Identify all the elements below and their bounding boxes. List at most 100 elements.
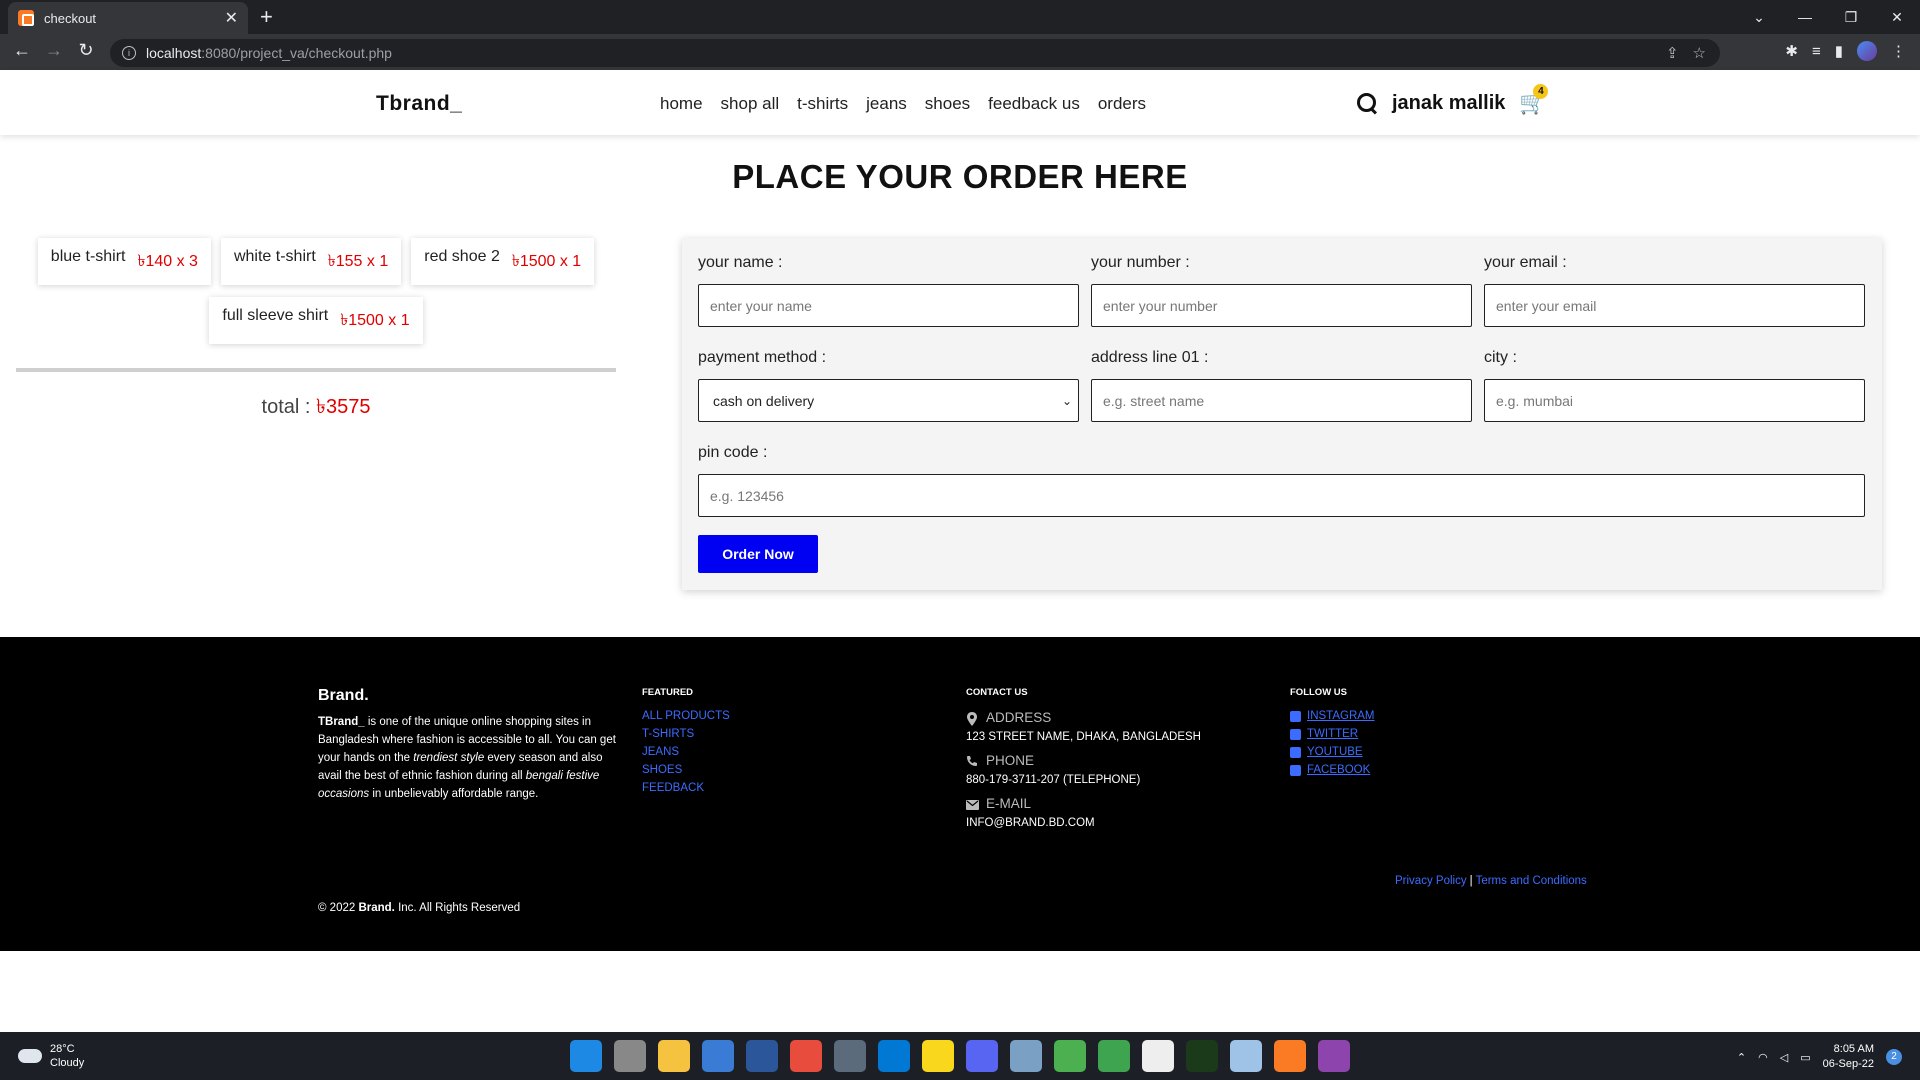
footer-link-all-products[interactable]: ALL PRODUCTS — [642, 710, 730, 722]
cart-total: total : ৳3575 — [16, 392, 616, 425]
payment-method-select[interactable]: cash on delivery ⌄ — [698, 379, 1079, 422]
footer-link-t-shirts[interactable]: T-SHIRTS — [642, 728, 730, 740]
reading-list-icon[interactable]: ≡ — [1812, 43, 1821, 60]
footer-link-feedback[interactable]: FEEDBACK — [642, 782, 730, 794]
order-now-button[interactable]: Order Now — [698, 535, 818, 573]
legal-links: Privacy Policy | Terms and Conditions — [1395, 875, 1587, 887]
browser-tab[interactable]: checkout ✕ — [8, 2, 248, 34]
reload-icon[interactable]: ↻ — [74, 40, 98, 61]
store-icon[interactable] — [790, 1040, 822, 1072]
email-input[interactable] — [1484, 284, 1865, 327]
cart-item-name: blue t-shirt — [50, 248, 126, 265]
privacy-policy-link[interactable]: Privacy Policy — [1395, 875, 1467, 887]
cart-item-name: red shoe 2 — [424, 248, 500, 265]
window-controls: ⌄ — ❐ ✕ — [1736, 0, 1920, 34]
profile-avatar[interactable] — [1857, 41, 1877, 61]
nav-jeans[interactable]: jeans — [866, 94, 907, 114]
city-input[interactable] — [1484, 379, 1865, 422]
social-twitter[interactable]: TWITTER — [1290, 728, 1375, 740]
close-window-button[interactable]: ✕ — [1874, 9, 1920, 26]
order-form: your name : your number : your email : p… — [682, 238, 1882, 590]
clock[interactable]: 8:05 AM 06-Sep-22 — [1823, 1042, 1874, 1072]
nav-feedback-us[interactable]: feedback us — [988, 94, 1080, 114]
social-instagram[interactable]: INSTAGRAM — [1290, 710, 1375, 722]
footer-featured: FEATURED ALL PRODUCTS T-SHIRTS JEANS SHO… — [642, 687, 730, 800]
new-tab-button[interactable]: + — [260, 4, 273, 30]
vscode-icon[interactable] — [878, 1040, 910, 1072]
name-label: your name : — [698, 254, 783, 271]
notification-badge[interactable]: 2 — [1886, 1049, 1902, 1065]
wifi-icon[interactable]: ◠ — [1758, 1051, 1768, 1064]
nav-t-shirts[interactable]: t-shirts — [797, 94, 848, 114]
cart-icon[interactable]: 🛒 4 — [1519, 84, 1549, 116]
clock-date: 06-Sep-22 — [1822, 1058, 1874, 1070]
chrome-icon[interactable] — [1054, 1040, 1086, 1072]
battery-icon[interactable]: ▭ — [1800, 1051, 1810, 1064]
phone-icon — [966, 755, 978, 767]
os-taskbar: 28°C Cloudy ⌃ ◠ ◁ ▭ 8:05 AM 06-Sep-22 2 — [0, 1032, 1920, 1080]
social-facebook[interactable]: FACEBOOK — [1290, 764, 1375, 776]
volume-icon[interactable]: ◁ — [1780, 1051, 1788, 1064]
restore-button[interactable]: ❐ — [1828, 9, 1874, 26]
footer-about-text: TBrand_ is one of the unique online shop… — [318, 713, 628, 803]
footer-link-jeans[interactable]: JEANS — [642, 746, 730, 758]
number-input[interactable] — [1091, 284, 1472, 327]
browser-toolbar: ← → ↻ i localhost:8080/project_va/checko… — [0, 34, 1920, 70]
site-logo[interactable]: Tbrand_ — [376, 92, 462, 116]
email-label: your email : — [1484, 254, 1567, 271]
photos-icon[interactable] — [1010, 1040, 1042, 1072]
site-info-icon[interactable]: i — [122, 46, 136, 60]
clock-icon[interactable] — [1142, 1040, 1174, 1072]
xampp-icon[interactable] — [1274, 1040, 1306, 1072]
forward-icon[interactable]: → — [42, 40, 66, 61]
side-panel-icon[interactable]: ▮ — [1835, 42, 1843, 60]
sticky-notes-icon[interactable] — [922, 1040, 954, 1072]
tray-chevron-icon[interactable]: ⌃ — [1737, 1051, 1746, 1064]
contact-heading: CONTACT US — [966, 687, 1028, 698]
discord-icon[interactable] — [966, 1040, 998, 1072]
cart-item-price: ৳140 x 3 — [137, 253, 198, 270]
close-tab-icon[interactable]: ✕ — [225, 8, 238, 28]
remote-desktop-icon[interactable] — [834, 1040, 866, 1072]
address-input[interactable] — [1091, 379, 1472, 422]
social-youtube[interactable]: YOUTUBE — [1290, 746, 1375, 758]
user-name[interactable]: janak mallik — [1392, 92, 1505, 115]
nav-orders[interactable]: orders — [1098, 94, 1146, 114]
xampp-favicon-icon — [18, 10, 34, 26]
search-icon[interactable] — [1356, 92, 1378, 114]
name-input[interactable] — [698, 284, 1079, 327]
bookmark-star-icon[interactable]: ☆ — [1693, 44, 1706, 62]
cart-item: white t-shirt ৳155 x 1 — [220, 238, 402, 285]
nav-home[interactable]: home — [660, 94, 703, 114]
file-explorer-icon[interactable] — [658, 1040, 690, 1072]
menu-kebab-icon[interactable]: ⋮ — [1891, 42, 1906, 60]
chrome-profile-icon[interactable] — [1098, 1040, 1130, 1072]
cart-divider — [16, 368, 616, 372]
cart-item: full sleeve shirt ৳1500 x 1 — [209, 297, 423, 344]
cloud-icon — [18, 1049, 42, 1063]
social-label: INSTAGRAM — [1307, 710, 1375, 722]
nav-shop-all[interactable]: shop all — [721, 94, 780, 114]
notepad-icon[interactable] — [702, 1040, 734, 1072]
weather-widget[interactable]: 28°C Cloudy — [18, 1042, 84, 1070]
terms-link[interactable]: Terms and Conditions — [1476, 875, 1587, 887]
windows-start-icon[interactable] — [570, 1040, 602, 1072]
footer-about-emphasis: trendiest style — [413, 752, 485, 764]
minimize-button[interactable]: — — [1782, 9, 1828, 25]
terminal-icon[interactable] — [1186, 1040, 1218, 1072]
back-icon[interactable]: ← — [10, 40, 34, 61]
github-desktop-icon[interactable] — [1318, 1040, 1350, 1072]
share-icon[interactable]: ⇪ — [1666, 44, 1679, 62]
nav-shoes[interactable]: shoes — [925, 94, 970, 114]
payment-method-value: cash on delivery — [713, 392, 815, 409]
extensions-puzzle-icon[interactable]: ✱ — [1785, 42, 1798, 60]
task-view-icon[interactable] — [614, 1040, 646, 1072]
city-label: city : — [1484, 349, 1517, 366]
pin-input[interactable] — [698, 474, 1865, 517]
pin-field: pin code : — [698, 444, 1865, 517]
cube-app-icon[interactable] — [1230, 1040, 1262, 1072]
tab-search-icon[interactable]: ⌄ — [1736, 9, 1782, 26]
footer-link-shoes[interactable]: SHOES — [642, 764, 730, 776]
word-icon[interactable] — [746, 1040, 778, 1072]
address-bar[interactable]: i localhost:8080/project_va/checkout.php… — [110, 39, 1720, 67]
